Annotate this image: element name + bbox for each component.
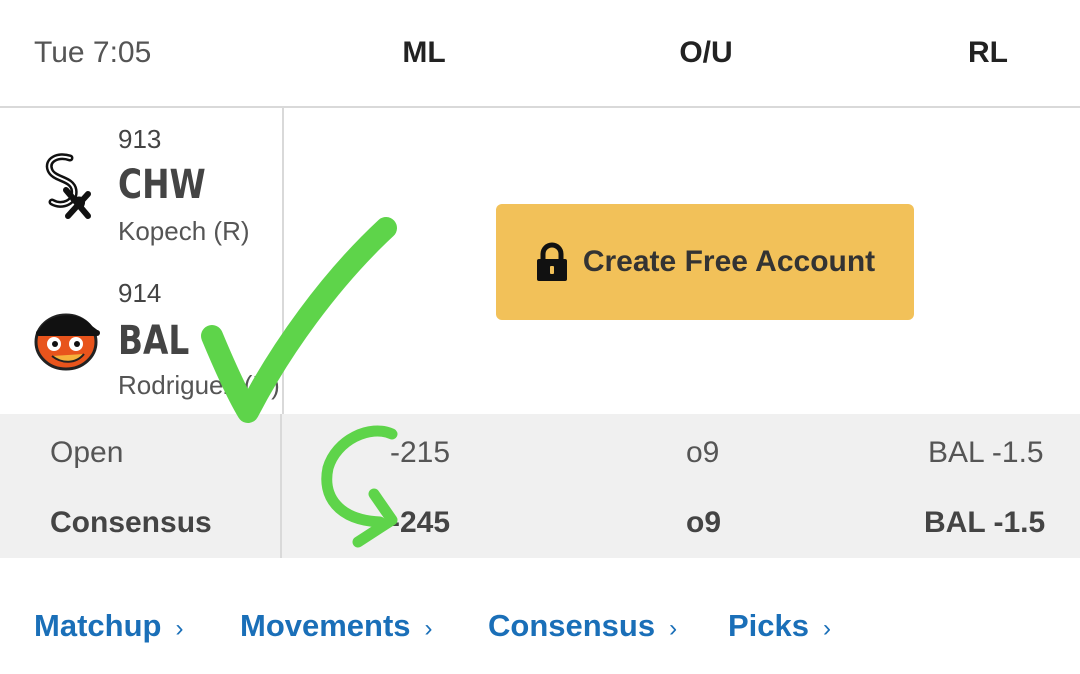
chevron-right-icon: › [175, 615, 184, 642]
create-free-account-button[interactable]: Create Free Account [496, 204, 914, 320]
column-header-ou: O/U [679, 36, 733, 69]
matchup-link[interactable]: Matchup › [34, 608, 183, 644]
odds-locked-area: Create Free Account [284, 108, 1080, 414]
game-links: Matchup › Movements › Consensus › Picks › [0, 558, 1080, 674]
create-free-account-label: Create Free Account [582, 245, 876, 278]
picks-link-label: Picks [728, 608, 810, 643]
open-rl: BAL -1.5 [928, 436, 1044, 469]
white-sox-logo-icon [45, 153, 91, 219]
orioles-logo-icon [34, 313, 100, 371]
column-header-ml: ML [402, 36, 446, 69]
consensus-label: Consensus [50, 506, 212, 539]
lock-icon [536, 242, 567, 281]
team-abbreviation: CHW [118, 162, 206, 208]
game-time: Tue 7:05 [34, 36, 152, 69]
team-abbreviation: BAL [118, 318, 190, 364]
movements-link-label: Movements [240, 608, 411, 643]
team-number: 914 [118, 278, 162, 308]
chevron-right-icon: › [669, 615, 678, 642]
open-ou: o9 [686, 436, 720, 469]
teams-panel: 913 CHW Kopech (R) 914 BAL Rodriguez (R) [0, 108, 284, 414]
pitcher-name: Kopech (R) [118, 216, 250, 246]
matchup-link-label: Matchup [34, 608, 162, 643]
consensus-rl: BAL -1.5 [924, 506, 1046, 539]
team-number: 913 [118, 124, 162, 154]
consensus-ml: -245 [390, 506, 451, 539]
chevron-right-icon: › [424, 615, 433, 642]
open-label: Open [50, 436, 124, 469]
consensus-link-label: Consensus [488, 608, 656, 643]
consensus-line-row: Consensus -245 o9 BAL -1.5 [0, 492, 1080, 552]
odds-header: Tue 7:05 ML O/U RL [0, 0, 1080, 108]
consensus-ou: o9 [686, 506, 722, 539]
chevron-right-icon: › [823, 615, 832, 642]
column-header-rl: RL [968, 36, 1008, 69]
betting-lines: Open -215 o9 BAL -1.5 Consensus -245 o9 … [0, 414, 1080, 558]
consensus-link[interactable]: Consensus › [488, 608, 677, 644]
movements-link[interactable]: Movements › [240, 608, 433, 644]
open-ml: -215 [390, 436, 451, 469]
open-line-row: Open -215 o9 BAL -1.5 [0, 422, 1080, 482]
pitcher-name: Rodriguez (R) [118, 370, 280, 400]
picks-link[interactable]: Picks › [728, 608, 831, 644]
